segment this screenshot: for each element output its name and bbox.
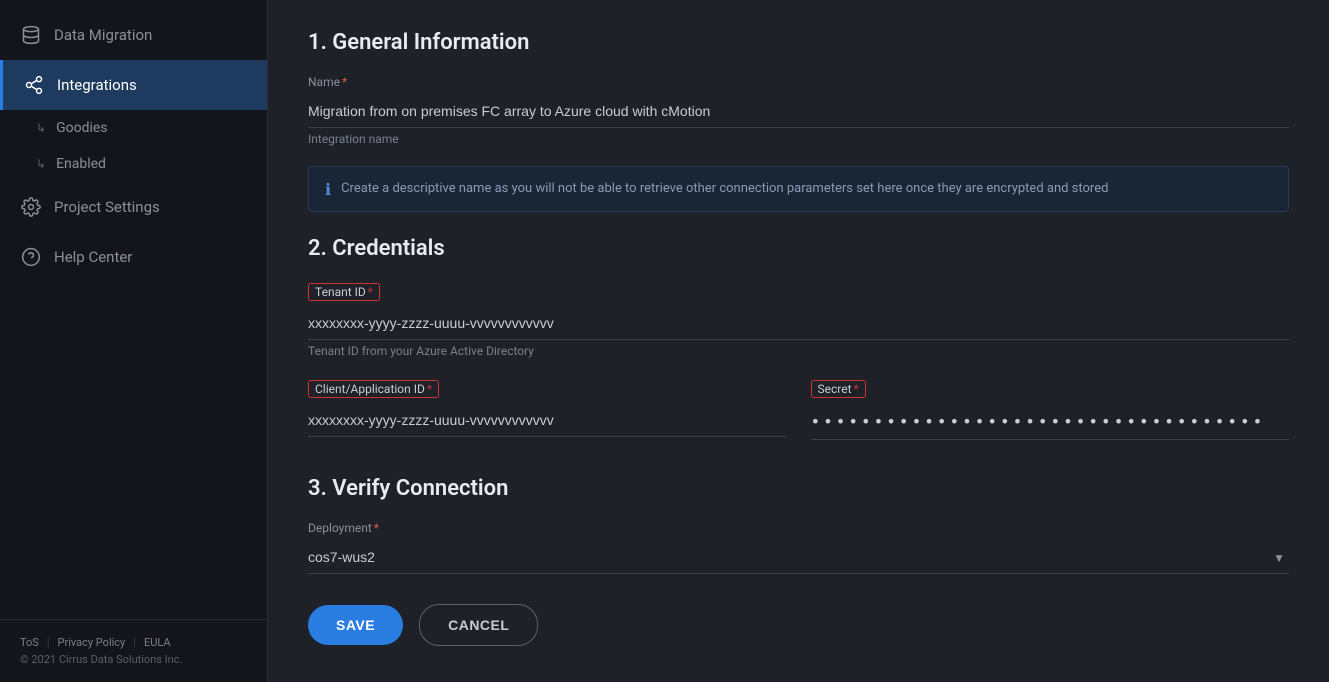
sidebar-item-integrations[interactable]: Integrations <box>0 60 267 110</box>
sub-arrow-icon: ↳ <box>36 157 46 171</box>
sidebar-item-label: Data Migration <box>54 26 152 44</box>
sidebar-sub-label: Goodies <box>56 120 107 136</box>
section3-title: 3. Verify Connection <box>308 476 1289 501</box>
deployment-select[interactable]: cos7-wus2 cos7-eus2 cos7-weu cos7-sea <box>308 541 1289 574</box>
save-button[interactable]: SAVE <box>308 605 403 645</box>
client-id-label: Client/Application ID* <box>308 380 439 398</box>
sidebar-item-goodies[interactable]: ↳ Goodies <box>0 110 267 146</box>
cancel-button[interactable]: CANCEL <box>419 604 538 646</box>
footer-divider2: | <box>133 636 136 649</box>
tenant-id-label: Tenant ID* <box>308 283 380 301</box>
secret-field-group: Secret* <box>811 378 1290 440</box>
copyright-text: © 2021 Cirrus Data Solutions Inc. <box>20 653 247 666</box>
sidebar: Data Migration Integrations ↳ Goodies ↳ … <box>0 0 268 682</box>
tenant-id-hint: Tenant ID from your Azure Active Directo… <box>308 344 1289 358</box>
eula-link[interactable]: EULA <box>144 636 171 649</box>
name-field-group: Name* Integration name <box>308 75 1289 146</box>
section2-title: 2. Credentials <box>308 236 1289 261</box>
deployment-field-group: Deployment* cos7-wus2 cos7-eus2 cos7-weu… <box>308 521 1289 574</box>
privacy-policy-link[interactable]: Privacy Policy <box>58 636 126 649</box>
info-icon: ℹ <box>325 180 331 199</box>
client-id-input[interactable] <box>308 404 787 437</box>
info-box: ℹ Create a descriptive name as you will … <box>308 166 1289 212</box>
secret-input[interactable] <box>811 404 1290 440</box>
sidebar-item-help-center[interactable]: Help Center <box>0 232 267 282</box>
name-hint: Integration name <box>308 132 1289 146</box>
sidebar-sub-label: Enabled <box>56 156 106 172</box>
sidebar-item-label: Project Settings <box>54 198 160 216</box>
client-id-field-group: Client/Application ID* <box>308 378 787 440</box>
main-content: 1. General Information Name* Integration… <box>268 0 1329 682</box>
sub-arrow-icon: ↳ <box>36 121 46 135</box>
sidebar-footer: ToS | Privacy Policy | EULA © 2021 Cirru… <box>0 619 267 682</box>
settings-icon <box>20 196 42 218</box>
tos-link[interactable]: ToS <box>20 636 39 649</box>
section1-title: 1. General Information <box>308 30 1289 55</box>
credentials-two-col: Client/Application ID* Secret* <box>308 378 1289 460</box>
name-label: Name* <box>308 75 1289 89</box>
help-icon <box>20 246 42 268</box>
footer-divider: | <box>47 636 50 649</box>
sidebar-item-label: Help Center <box>54 248 132 266</box>
button-row: SAVE CANCEL <box>308 604 1289 646</box>
sidebar-item-data-migration[interactable]: Data Migration <box>0 10 267 60</box>
tenant-id-input[interactable] <box>308 307 1289 340</box>
database-icon <box>20 24 42 46</box>
secret-label: Secret* <box>811 380 866 398</box>
sidebar-item-enabled[interactable]: ↳ Enabled <box>0 146 267 182</box>
deployment-select-wrapper: cos7-wus2 cos7-eus2 cos7-weu cos7-sea ▼ <box>308 541 1289 574</box>
tenant-id-field-group: Tenant ID* Tenant ID from your Azure Act… <box>308 281 1289 358</box>
sidebar-item-project-settings[interactable]: Project Settings <box>0 182 267 232</box>
deployment-label: Deployment* <box>308 521 1289 535</box>
sidebar-item-label: Integrations <box>57 76 137 94</box>
info-text: Create a descriptive name as you will no… <box>341 179 1108 199</box>
name-input[interactable] <box>308 95 1289 128</box>
integrations-icon <box>23 74 45 96</box>
